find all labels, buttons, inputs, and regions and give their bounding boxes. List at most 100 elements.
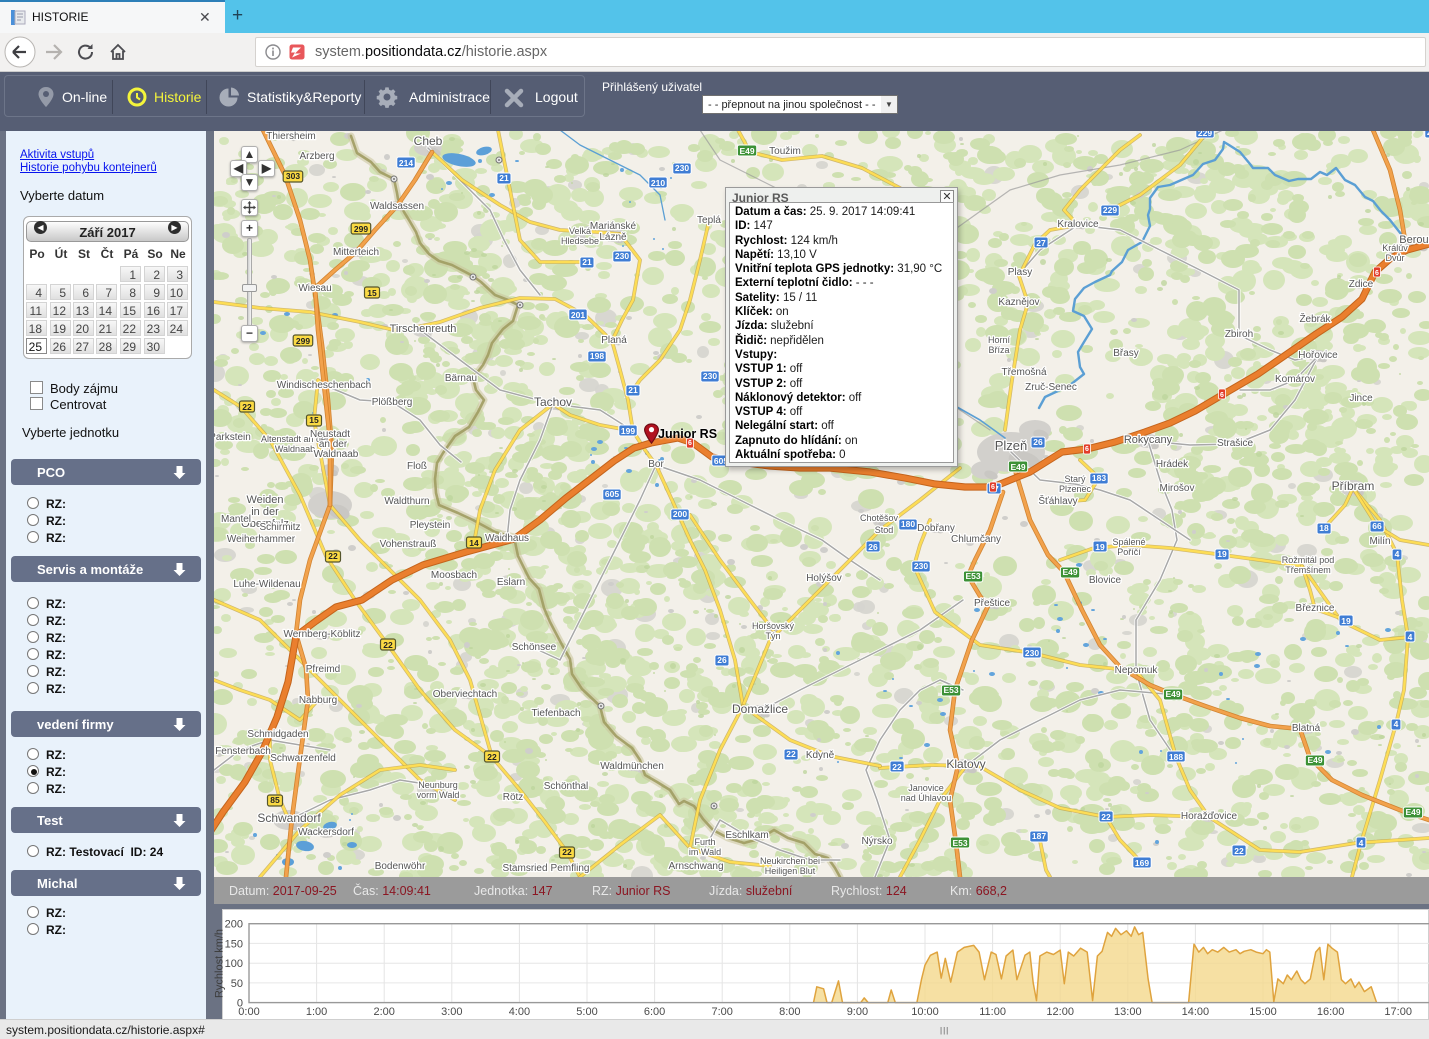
svg-text:16:00: 16:00 — [1317, 1006, 1345, 1018]
svg-text:22: 22 — [562, 847, 572, 857]
svg-text:0: 0 — [237, 998, 243, 1010]
svg-text:18: 18 — [1319, 523, 1329, 533]
svg-text:Stod: Stod — [875, 525, 894, 535]
svg-text:66: 66 — [1372, 521, 1382, 531]
svg-text:Chlumčany: Chlumčany — [951, 534, 1001, 545]
svg-text:Waldnaab: Waldnaab — [275, 444, 315, 454]
svg-text:Plößberg: Plößberg — [372, 397, 413, 408]
svg-text:22: 22 — [1234, 846, 1244, 856]
svg-text:7:00: 7:00 — [711, 1006, 732, 1018]
svg-text:Břasy: Břasy — [1113, 348, 1139, 359]
svg-text:Rokycany: Rokycany — [1124, 434, 1173, 446]
svg-text:Mitterteich: Mitterteich — [333, 247, 379, 258]
svg-text:Komárov: Komárov — [1275, 374, 1315, 385]
svg-text:11:00: 11:00 — [979, 1006, 1006, 1018]
svg-text:Domažlice: Domažlice — [732, 702, 788, 716]
svg-text:15: 15 — [367, 288, 377, 298]
svg-text:19: 19 — [1095, 542, 1105, 552]
svg-text:Hořovice: Hořovice — [1298, 350, 1338, 361]
svg-text:Furth: Furth — [694, 837, 715, 847]
svg-text:Heiligen Blut: Heiligen Blut — [765, 866, 816, 876]
svg-text:E49: E49 — [1405, 807, 1420, 817]
svg-text:Waldsassen: Waldsassen — [370, 201, 424, 212]
svg-text:Luhe-Wildenau: Luhe-Wildenau — [233, 579, 300, 590]
svg-text:Floß: Floß — [407, 461, 427, 472]
svg-text:15:00: 15:00 — [1249, 1006, 1277, 1018]
svg-text:Nepomuk: Nepomuk — [1115, 665, 1159, 676]
svg-text:8:00: 8:00 — [779, 1006, 800, 1018]
svg-text:Hledsebe: Hledsebe — [561, 236, 599, 246]
svg-text:299: 299 — [354, 224, 368, 234]
svg-text:Waidhaus: Waidhaus — [485, 533, 529, 544]
svg-text:Třemšínem: Třemšínem — [1285, 565, 1331, 575]
svg-text:Nýrsko: Nýrsko — [861, 836, 893, 847]
svg-text:14:00: 14:00 — [1182, 1006, 1210, 1018]
svg-text:E53: E53 — [965, 571, 980, 581]
svg-text:Horažďovice: Horažďovice — [1181, 811, 1238, 822]
svg-text:Plasy: Plasy — [1008, 267, 1032, 278]
svg-text:15: 15 — [309, 415, 319, 425]
svg-text:210: 210 — [651, 178, 665, 188]
svg-text:Lázně: Lázně — [599, 232, 627, 243]
svg-text:Mariánské: Mariánské — [590, 221, 637, 232]
svg-text:Wackersdorf: Wackersdorf — [298, 827, 354, 838]
svg-text:Březnice: Březnice — [1296, 603, 1335, 614]
svg-text:Arzberg: Arzberg — [299, 151, 334, 162]
svg-text:Schönsee: Schönsee — [512, 642, 557, 653]
svg-text:Zruč-Senec: Zruč-Senec — [1025, 382, 1077, 393]
svg-text:Thiersheim: Thiersheim — [266, 131, 315, 142]
svg-text:Šťáhlavy: Šťáhlavy — [1038, 494, 1077, 507]
svg-text:Teplá: Teplá — [697, 215, 721, 226]
svg-text:22: 22 — [892, 762, 902, 772]
svg-text:Wiesau: Wiesau — [298, 283, 331, 294]
svg-text:Velká: Velká — [569, 226, 591, 236]
svg-text:303: 303 — [286, 171, 300, 181]
svg-text:3:00: 3:00 — [441, 1006, 462, 1018]
svg-text:Neunburg: Neunburg — [418, 780, 458, 790]
svg-text:22: 22 — [487, 752, 497, 762]
svg-text:26: 26 — [868, 542, 878, 552]
svg-text:Mirošov: Mirošov — [1159, 483, 1194, 494]
svg-text:4: 4 — [1395, 549, 1400, 559]
svg-text:198: 198 — [590, 351, 604, 361]
svg-text:E53: E53 — [952, 838, 967, 848]
svg-text:Dobřany: Dobřany — [917, 523, 955, 534]
svg-text:nad Úhlavou: nad Úhlavou — [901, 793, 952, 803]
svg-text:17:00: 17:00 — [1384, 1006, 1412, 1018]
svg-text:6:00: 6:00 — [644, 1006, 665, 1018]
svg-text:6: 6 — [991, 484, 995, 491]
svg-text:201: 201 — [571, 310, 585, 320]
svg-text:Kralovice: Kralovice — [1057, 219, 1099, 230]
svg-text:50: 50 — [231, 978, 243, 990]
svg-text:6: 6 — [1220, 392, 1224, 399]
svg-text:Nabburg: Nabburg — [299, 695, 337, 706]
svg-text:Kdyně: Kdyně — [806, 750, 835, 761]
svg-text:21: 21 — [582, 257, 592, 267]
svg-text:26: 26 — [717, 655, 727, 665]
svg-text:Eslarn: Eslarn — [497, 577, 525, 588]
svg-text:214: 214 — [399, 158, 413, 168]
svg-text:Rožmitál pod: Rožmitál pod — [1282, 555, 1335, 565]
svg-text:6: 6 — [688, 440, 692, 447]
svg-text:2:00: 2:00 — [373, 1006, 394, 1018]
svg-text:Waldnaab: Waldnaab — [314, 449, 359, 460]
svg-text:Mantel: Mantel — [221, 514, 251, 525]
svg-text:21: 21 — [499, 173, 509, 183]
svg-text:Plzeň: Plzeň — [995, 438, 1028, 453]
svg-text:Pleystein: Pleystein — [410, 520, 451, 531]
svg-text:Zbiroh: Zbiroh — [1225, 329, 1253, 340]
svg-text:Spálené: Spálené — [1112, 537, 1145, 547]
svg-text:Parkstein: Parkstein — [214, 432, 251, 443]
svg-text:im Wald: im Wald — [689, 847, 721, 857]
svg-text:9:00: 9:00 — [847, 1006, 868, 1018]
svg-text:6: 6 — [1375, 270, 1379, 277]
svg-text:Weiherhammer: Weiherhammer — [227, 534, 296, 545]
svg-text:12:00: 12:00 — [1046, 1006, 1074, 1018]
svg-text:230: 230 — [675, 163, 689, 173]
svg-text:Arnschwang: Arnschwang — [668, 861, 723, 872]
svg-text:Eschlkam: Eschlkam — [725, 830, 768, 841]
svg-text:13:00: 13:00 — [1114, 1006, 1142, 1018]
svg-text:200: 200 — [673, 509, 687, 519]
svg-text:Bor: Bor — [648, 459, 664, 470]
svg-text:22: 22 — [242, 402, 252, 412]
